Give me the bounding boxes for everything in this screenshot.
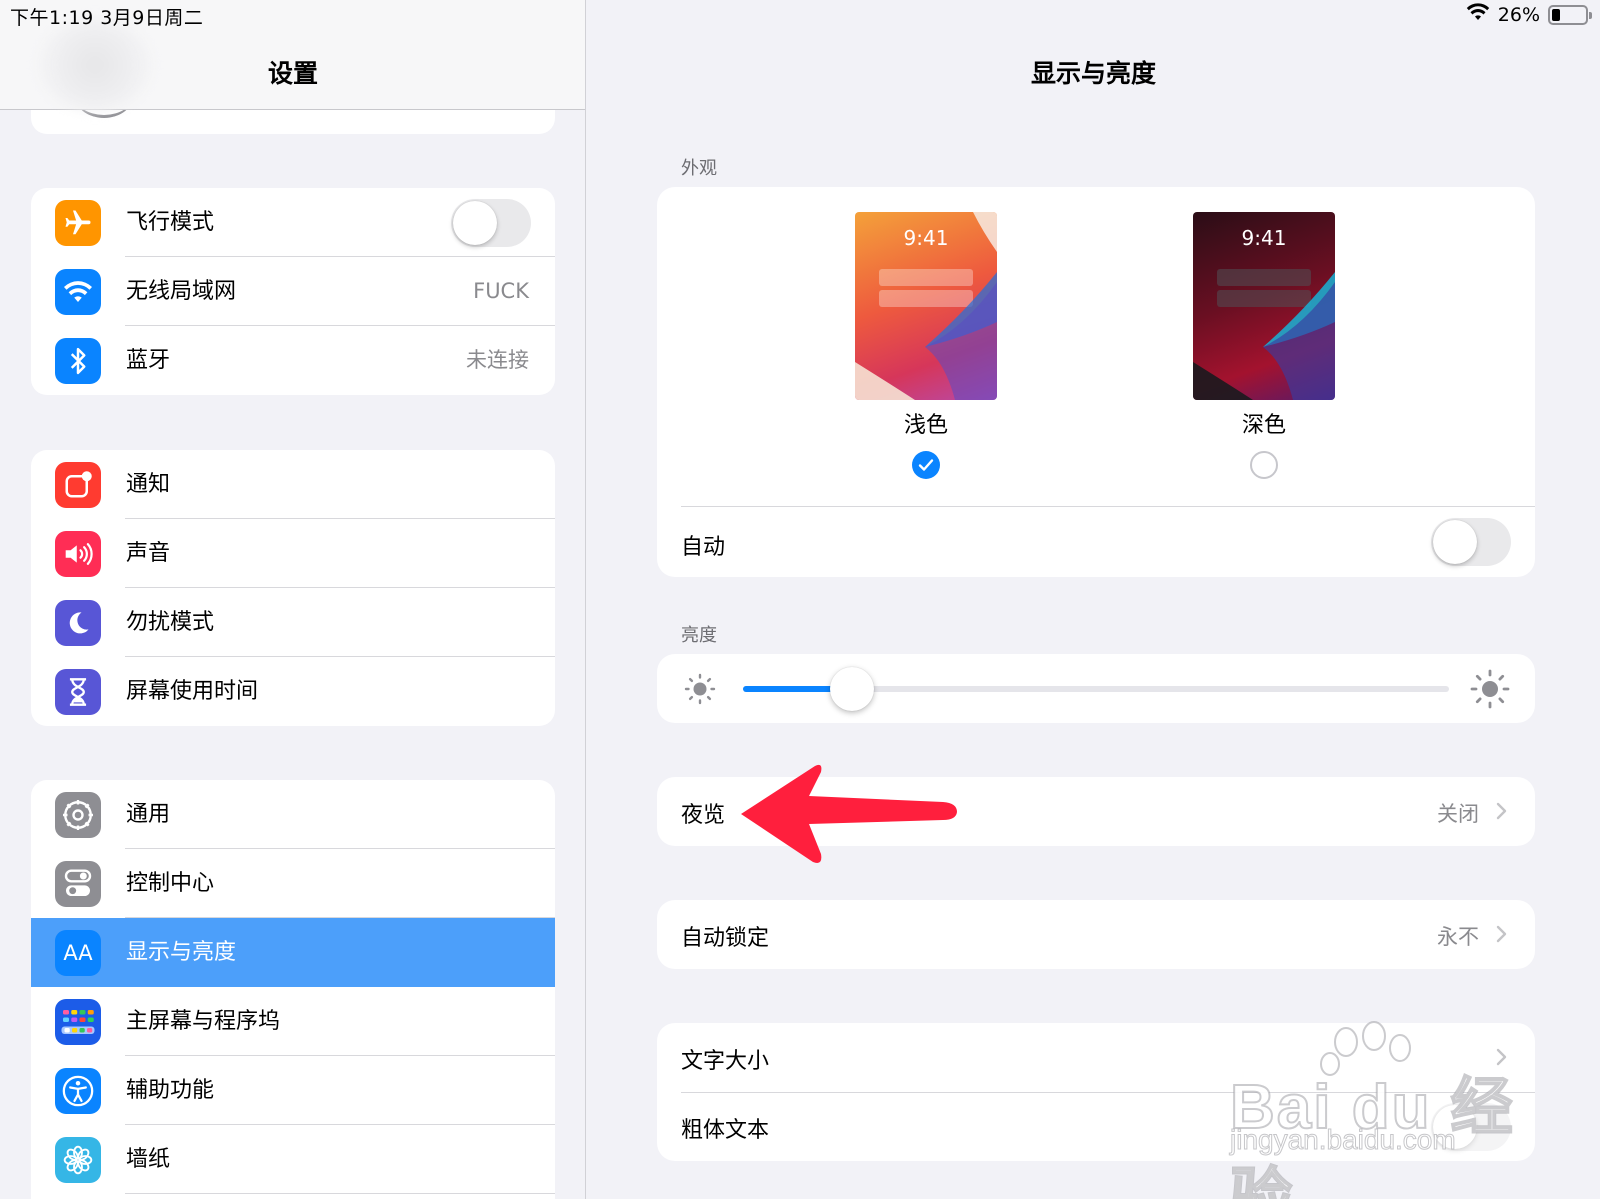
auto-appearance-toggle[interactable] <box>1431 518 1511 566</box>
dark-mode-preview[interactable]: 9:41 <box>1193 212 1335 400</box>
dark-mode-label: 深色 <box>1241 413 1286 438</box>
moon-icon <box>55 600 101 646</box>
notifications-icon <box>55 462 101 508</box>
home-screen-icon <box>55 999 101 1045</box>
sidebar-item-label: 飞行模式 <box>126 210 215 235</box>
bluetooth-status: 未连接 <box>466 348 529 372</box>
light-mode-label: 浅色 <box>903 413 948 438</box>
speaker-icon <box>55 531 101 577</box>
display-brightness-icon: AA <box>55 930 101 976</box>
connectivity-group: 飞行模式 无线局域网 FUCK 蓝牙 未连接 <box>31 188 555 395</box>
toggle-knob <box>1433 520 1477 564</box>
sidebar-item-wifi[interactable]: 无线局域网 FUCK <box>31 257 555 326</box>
gear-icon <box>55 792 101 838</box>
sidebar-item-wallpaper[interactable]: 墙纸 <box>31 1125 555 1194</box>
bold-text-toggle[interactable] <box>1431 1103 1511 1151</box>
sidebar-item-control-center[interactable]: 控制中心 <box>31 849 555 918</box>
battery-percent: 26% <box>1497 3 1540 26</box>
control-center-icon <box>55 861 101 907</box>
text-size-label: 文字大小 <box>681 1049 770 1074</box>
status-bar: 下午1:19 3月9日周二 26% <box>0 0 1600 30</box>
page-title: 显示与亮度 <box>1030 59 1156 88</box>
sun-small-icon <box>681 670 719 712</box>
sidebar-item-label: 控制中心 <box>126 871 215 896</box>
sidebar-item-label: 主屏幕与程序坞 <box>126 1009 281 1034</box>
sidebar-item-label: 通知 <box>126 472 171 497</box>
sidebar-item-screen-time[interactable]: 屏幕使用时间 <box>31 657 555 726</box>
wifi-status-icon <box>1466 3 1490 26</box>
settings-sidebar: 设置 飞行模式 无线局域网 FUCK 蓝牙 未连接 通知 声音 勿扰模式 屏幕使… <box>0 0 586 1199</box>
sidebar-item-label: 蓝牙 <box>126 348 171 373</box>
sun-large-icon <box>1469 668 1511 714</box>
status-right: 26% <box>1466 3 1592 26</box>
hourglass-icon <box>55 669 101 715</box>
general-group: 通用 控制中心 AA 显示与亮度 主屏幕与程序坞 辅助功能 墙纸 <box>31 780 555 1199</box>
chevron-right-icon <box>1496 1048 1507 1066</box>
sidebar-item-label: 通用 <box>126 802 171 827</box>
light-wallpaper-shape <box>855 212 997 400</box>
auto-lock-row[interactable]: 自动锁定 永不 <box>657 900 1535 969</box>
appearance-header: 外观 <box>681 158 717 179</box>
row-separator <box>681 506 1535 507</box>
night-shift-label: 夜览 <box>681 803 726 828</box>
auto-lock-value: 永不 <box>1437 925 1479 949</box>
text-settings-card: 文字大小 粗体文本 <box>657 1023 1535 1161</box>
appearance-card: 9:41 浅色 9:41 深色 自动 <box>657 187 1535 577</box>
sidebar-item-label: 声音 <box>126 541 171 566</box>
light-mode-radio[interactable] <box>912 451 940 479</box>
airplane-icon <box>55 200 101 246</box>
sidebar-item-label: 显示与亮度 <box>126 940 237 965</box>
sidebar-item-sounds[interactable]: 声音 <box>31 519 555 588</box>
battery-fill <box>1552 8 1561 21</box>
light-mode-preview[interactable]: 9:41 <box>855 212 997 400</box>
auto-appearance-label: 自动 <box>681 535 726 560</box>
sidebar-item-label: 墙纸 <box>126 1147 171 1172</box>
brightness-slider[interactable] <box>743 667 1449 711</box>
row-separator <box>125 1193 555 1194</box>
sidebar-item-label: 屏幕使用时间 <box>126 679 259 704</box>
display-icon-text: AA <box>63 941 93 965</box>
toggle-knob <box>453 201 497 245</box>
text-size-row[interactable]: 文字大小 <box>657 1023 1535 1092</box>
brightness-header: 亮度 <box>681 625 717 646</box>
bold-text-label: 粗体文本 <box>681 1118 770 1143</box>
brightness-slider-knob[interactable] <box>830 667 875 711</box>
sidebar-item-home-screen[interactable]: 主屏幕与程序坞 <box>31 987 555 1056</box>
red-arrow-annotation <box>741 764 957 863</box>
wifi-network-name: FUCK <box>473 279 529 303</box>
sidebar-title: 设置 <box>267 59 318 88</box>
sidebar-item-label: 辅助功能 <box>126 1078 215 1103</box>
auto-lock-label: 自动锁定 <box>681 926 770 951</box>
sidebar-item-do-not-disturb[interactable]: 勿扰模式 <box>31 588 555 657</box>
sidebar-item-notifications[interactable]: 通知 <box>31 450 555 519</box>
status-time: 下午1:19 3月9日周二 <box>10 7 204 29</box>
accessibility-icon <box>55 1068 101 1114</box>
sidebar-item-accessibility[interactable]: 辅助功能 <box>31 1056 555 1125</box>
sidebar-item-label: 无线局域网 <box>126 279 237 304</box>
sidebar-item-airplane-mode[interactable]: 飞行模式 <box>31 188 555 257</box>
dark-wallpaper-shape <box>1193 272 1335 400</box>
toggle-knob <box>1433 1105 1477 1149</box>
brightness-card <box>657 654 1535 723</box>
display-brightness-panel: 显示与亮度 外观 9:41 浅色 9:41 深色 自动 亮度 夜览 关闭 自动锁… <box>587 0 1600 1199</box>
wallpaper-icon <box>55 1137 101 1183</box>
bold-text-row[interactable]: 粗体文本 <box>657 1093 1535 1161</box>
wifi-icon <box>55 269 101 315</box>
dark-mode-radio[interactable] <box>1250 451 1278 479</box>
airplane-mode-toggle[interactable] <box>451 199 531 247</box>
checkmark-icon <box>918 459 934 471</box>
sidebar-item-display-brightness[interactable]: AA 显示与亮度 <box>31 918 555 987</box>
night-shift-value: 关闭 <box>1437 802 1479 826</box>
battery-icon <box>1548 4 1592 25</box>
chevron-right-icon <box>1496 925 1507 943</box>
sidebar-item-general[interactable]: 通用 <box>31 780 555 849</box>
chevron-right-icon <box>1496 802 1507 820</box>
sidebar-item-label: 勿扰模式 <box>126 610 215 635</box>
sidebar-item-bluetooth[interactable]: 蓝牙 未连接 <box>31 326 555 395</box>
notifications-group: 通知 声音 勿扰模式 屏幕使用时间 <box>31 450 555 726</box>
bluetooth-icon <box>55 338 101 384</box>
